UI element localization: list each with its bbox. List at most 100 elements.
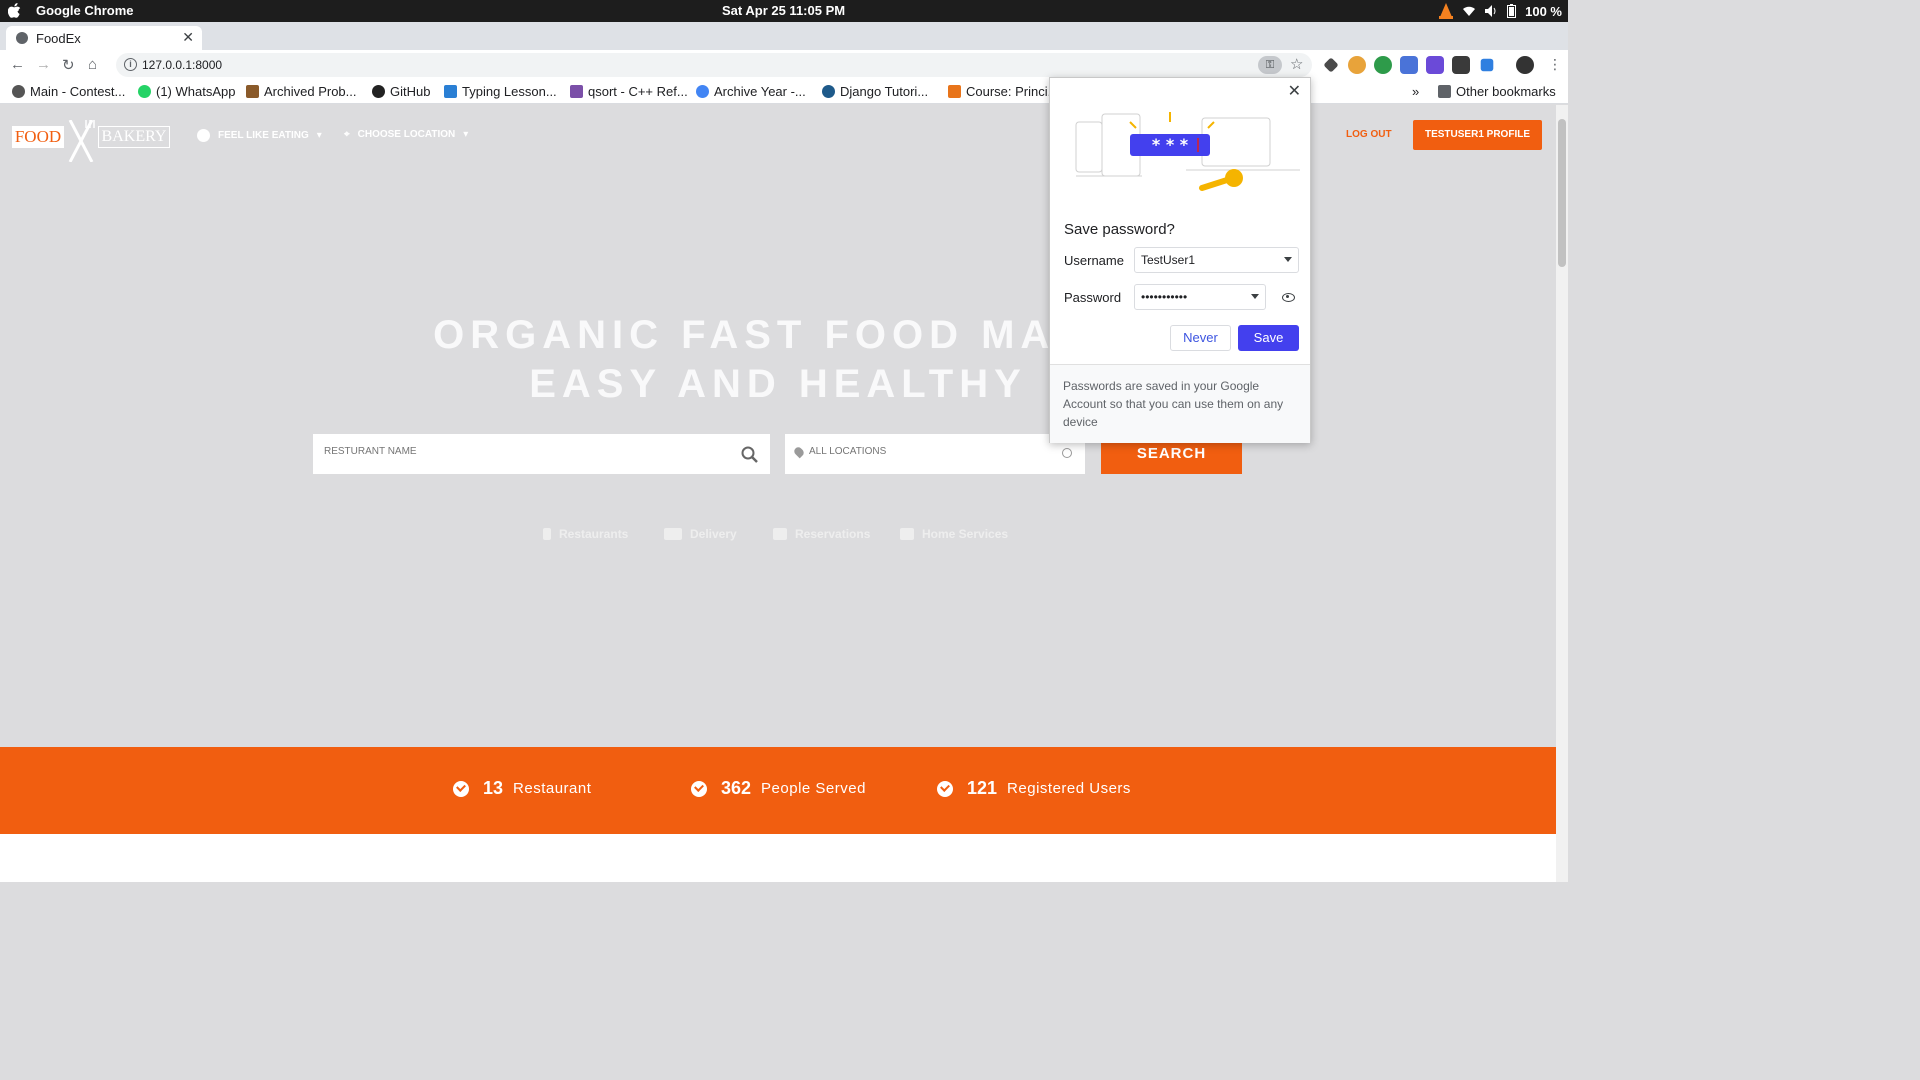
page-content: FOOD BAKERY FEEL LIKE EATING ▾ ⌖ CHOOSE … — [0, 105, 1556, 882]
close-tab-icon[interactable]: ✕ — [182, 29, 194, 46]
choose-location-menu[interactable]: ⌖ CHOOSE LOCATION ▾ — [344, 129, 468, 140]
bookmark-item[interactable]: Archived Prob... — [246, 84, 357, 99]
active-app-name[interactable]: Google Chrome — [36, 3, 134, 18]
vlc-icon[interactable] — [1439, 3, 1454, 19]
save-button[interactable]: Save — [1238, 325, 1299, 351]
cookie-extension-icon[interactable] — [1348, 56, 1366, 74]
category-links: Restaurants Delivery Reservations Home S… — [0, 527, 1556, 547]
chevron-down-icon: ▾ — [463, 129, 469, 140]
password-illustration: * * * — [1075, 112, 1300, 191]
location-pin-icon: ⌖ — [344, 129, 350, 140]
bookmark-item[interactable]: Course: Princi... — [948, 84, 1058, 99]
bookmarks-bar: Main - Contest... (1) WhatsApp Archived … — [0, 80, 1568, 104]
locate-me-icon[interactable] — [1062, 448, 1072, 458]
site-logo[interactable]: FOOD BAKERY — [12, 120, 170, 162]
shield-extension-icon[interactable] — [1452, 56, 1470, 74]
location-pin-icon — [792, 445, 806, 459]
hero-heading: ORGANIC FAST FOOD MADE EASY AND HEALTHY — [0, 311, 1556, 409]
bookmark-item[interactable]: Main - Contest... — [12, 84, 125, 99]
address-bar[interactable]: i 127.0.0.1:8000 ⚿ ☆ — [116, 53, 1312, 77]
system-clock[interactable]: Sat Apr 25 11:05 PM — [722, 3, 845, 18]
tab-foodex[interactable]: FoodEx ✕ — [6, 26, 202, 50]
truck-icon — [664, 528, 682, 540]
chevron-down-icon[interactable] — [1284, 257, 1292, 262]
extensions-area: ⋮ — [1322, 56, 1562, 74]
logo-bakery-text: BAKERY — [98, 126, 170, 148]
volume-icon[interactable] — [1485, 5, 1498, 17]
password-label: Password — [1064, 290, 1122, 305]
calendar-extension-icon[interactable] — [1426, 56, 1444, 74]
whatsapp-icon — [138, 85, 151, 98]
tab-title: FoodEx — [36, 31, 81, 46]
username-dropdown[interactable]: TestUser1 — [1134, 247, 1299, 273]
restaurant-search-input[interactable] — [324, 446, 724, 457]
page-bottom-section — [0, 834, 1556, 882]
profile-avatar-icon[interactable] — [1516, 56, 1534, 74]
check-circle-icon — [691, 780, 707, 797]
search-icon[interactable] — [741, 446, 758, 463]
location-search-input[interactable] — [809, 446, 1049, 457]
logout-link[interactable]: LOG OUT — [1346, 129, 1392, 140]
apple-icon[interactable] — [8, 3, 21, 18]
bookmark-item[interactable]: Django Tutori... — [822, 84, 928, 99]
stat-people-served: 362 People Served — [691, 778, 866, 799]
bookmark-favicon-icon — [570, 85, 583, 98]
chevron-down-icon: ▾ — [316, 130, 322, 141]
battery-percent: 100 % — [1525, 3, 1562, 19]
scrollbar-thumb[interactable] — [1558, 119, 1566, 267]
forward-icon[interactable]: → — [36, 56, 51, 73]
password-dropdown[interactable]: ••••••••••• — [1134, 284, 1266, 310]
folder-icon — [1438, 85, 1451, 98]
back-icon[interactable]: ← — [10, 56, 25, 73]
password-value: ••••••••••• — [1141, 290, 1188, 304]
browser-toolbar: ← → ↻ ⌂ i 127.0.0.1:8000 ⚿ ☆ ⋮ — [0, 50, 1568, 80]
other-bookmarks-folder[interactable]: Other bookmarks — [1438, 84, 1556, 99]
location-search-field[interactable] — [785, 434, 1085, 474]
google-icon — [696, 85, 709, 98]
eyedropper-extension-icon[interactable] — [1323, 57, 1339, 73]
checkmark-extension-icon[interactable] — [1480, 58, 1494, 72]
tools-icon — [900, 528, 914, 540]
show-password-eye-icon[interactable] — [1282, 293, 1295, 302]
os-top-bar: Google Chrome Sat Apr 25 11:05 PM 100 % — [0, 0, 1568, 22]
home-icon[interactable]: ⌂ — [88, 56, 97, 73]
url-text[interactable]: 127.0.0.1:8000 — [142, 58, 222, 72]
bookmark-item[interactable]: (1) WhatsApp — [138, 84, 235, 99]
check-circle-icon — [453, 780, 469, 797]
bookmark-item[interactable]: qsort - C++ Ref... — [570, 84, 688, 99]
bookmark-favicon-icon — [246, 85, 259, 98]
reload-icon[interactable]: ↻ — [62, 56, 75, 74]
bookmark-star-icon[interactable]: ☆ — [1290, 55, 1303, 73]
page-scrollbar[interactable] — [1556, 105, 1568, 882]
tab-strip: FoodEx ✕ + — ❐ ✕ — [0, 22, 1568, 68]
stat-registered-users: 121 Registered Users — [937, 778, 1131, 799]
bookmark-item[interactable]: Archive Year -... — [696, 84, 806, 99]
save-password-dialog: ✕ * * * Save password? Username TestUser… — [1049, 77, 1311, 443]
never-button[interactable]: Never — [1170, 325, 1231, 351]
category-restaurants[interactable]: Restaurants — [543, 527, 628, 541]
django-icon — [822, 85, 835, 98]
restaurant-search-field[interactable] — [313, 434, 770, 474]
site-info-icon[interactable]: i — [124, 58, 137, 71]
bookmark-favicon-icon — [12, 85, 25, 98]
check-circle-icon — [937, 780, 953, 797]
profile-button[interactable]: TESTUSER1 PROFILE — [1413, 120, 1542, 150]
chevron-down-icon[interactable] — [1251, 294, 1259, 299]
password-key-icon[interactable]: ⚿ — [1258, 56, 1282, 74]
feel-like-eating-menu[interactable]: FEEL LIKE EATING ▾ — [197, 129, 322, 142]
username-label: Username — [1064, 253, 1124, 268]
bookmarks-overflow-button[interactable]: » — [1412, 84, 1419, 99]
category-delivery[interactable]: Delivery — [664, 527, 737, 541]
category-reservations[interactable]: Reservations — [773, 527, 870, 541]
bookmark-favicon-icon — [444, 85, 457, 98]
battery-icon[interactable] — [1507, 4, 1517, 18]
bookmark-item[interactable]: Typing Lesson... — [444, 84, 557, 99]
site-favicon-icon — [16, 32, 28, 44]
bookmark-item[interactable]: GitHub — [372, 84, 430, 99]
category-home-services[interactable]: Home Services — [900, 527, 1008, 541]
translate-extension-icon[interactable] — [1400, 56, 1418, 74]
chrome-menu-icon[interactable]: ⋮ — [1548, 56, 1562, 74]
username-value: TestUser1 — [1141, 253, 1196, 267]
globe-extension-icon[interactable] — [1374, 56, 1392, 74]
wifi-icon[interactable] — [1462, 5, 1476, 17]
